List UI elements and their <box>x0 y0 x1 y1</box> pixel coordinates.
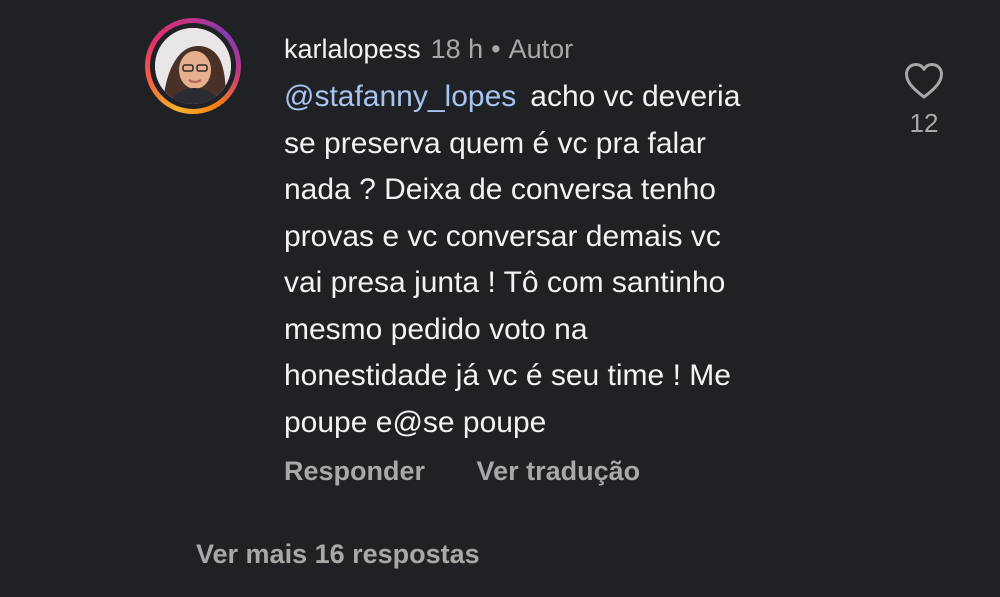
comment: karlalopess 18 h • Autor @stafanny_lopes ach… <box>284 28 824 446</box>
comment-actions: Responder Ver tradução <box>284 451 640 491</box>
like-control: 12 <box>898 62 950 139</box>
author-badge: Autor <box>508 34 574 64</box>
timestamp: 18 h <box>430 34 484 64</box>
comment-body: acho vc deveria se preserva quem é vc pr… <box>284 80 741 439</box>
heart-outline-icon[interactable] <box>904 62 944 100</box>
separator-dot: • <box>491 34 501 64</box>
username[interactable]: karlalopess <box>284 34 421 64</box>
like-count: 12 <box>909 108 939 138</box>
reply-button[interactable]: Responder <box>284 451 425 491</box>
comment-text: @stafanny_lopes acho vc deveria se preser… <box>284 74 824 446</box>
story-ring[interactable] <box>145 18 241 114</box>
avatar[interactable] <box>155 28 231 104</box>
avatar-photo <box>155 28 231 104</box>
translate-button[interactable]: Ver tradução <box>477 451 641 491</box>
avatar-ring-gap <box>150 23 236 109</box>
comment-meta: karlalopess 18 h • Autor <box>284 28 824 70</box>
comment-thread: karlalopess 18 h • Autor @stafanny_lopes ach… <box>0 0 1000 597</box>
mention-link[interactable]: @stafanny_lopes <box>284 80 516 113</box>
view-more-replies-button[interactable]: Ver mais 16 respostas <box>196 534 480 574</box>
